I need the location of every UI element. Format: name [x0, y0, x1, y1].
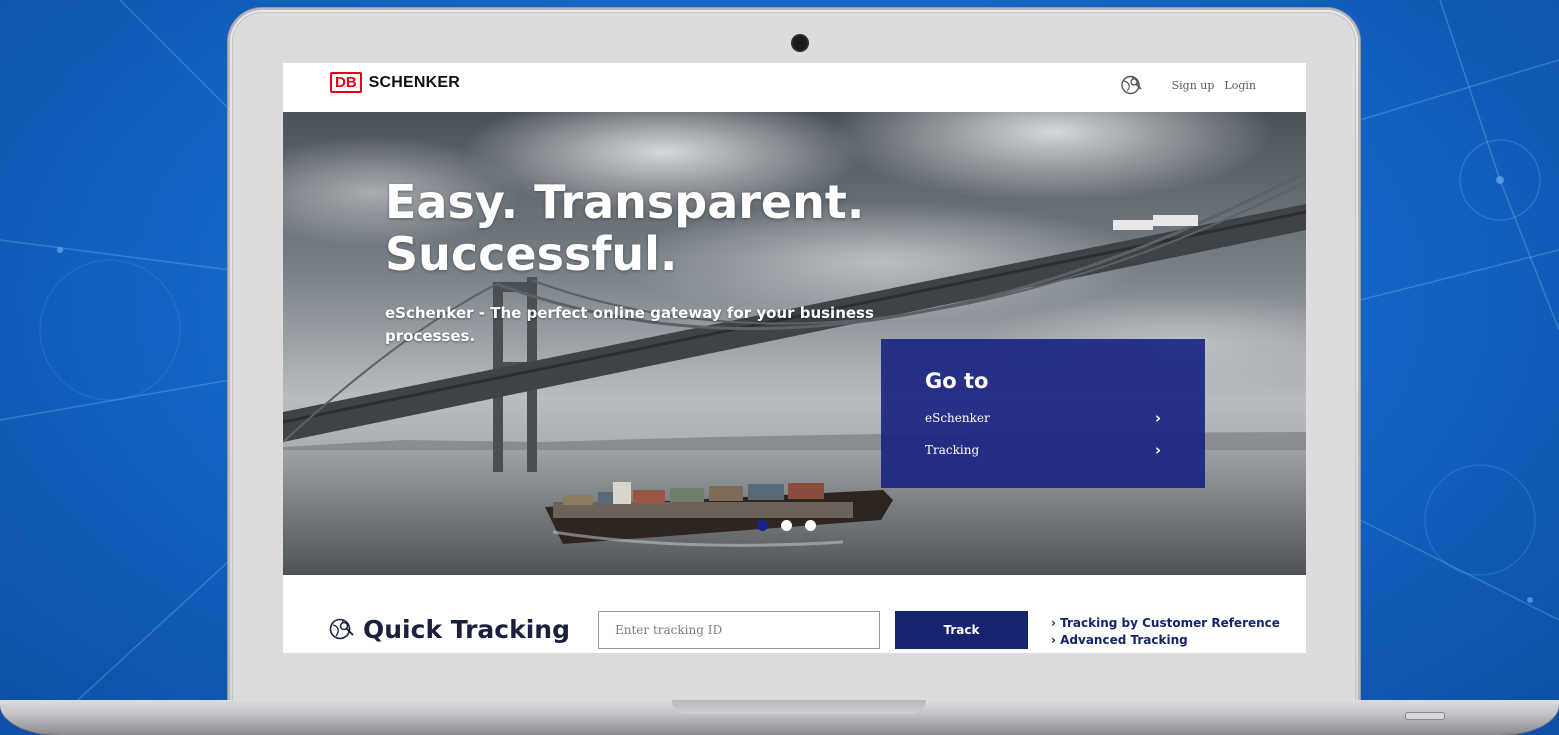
- hero-banner: Easy. Transparent. Successful. eSchenker…: [283, 112, 1306, 575]
- logo-text: SCHENKER: [368, 73, 461, 91]
- carousel-dots: [757, 520, 829, 531]
- carousel-dot-1[interactable]: [757, 520, 768, 531]
- signup-link[interactable]: Sign up: [1172, 79, 1215, 92]
- goto-item-eschenker[interactable]: eSchenker ›: [925, 408, 1161, 428]
- track-button[interactable]: Track: [895, 611, 1028, 649]
- site-header: DB SCHENKER Sign up Login: [283, 63, 1306, 112]
- hero-title-line1: Easy. Transparent.: [385, 175, 865, 229]
- logo-mark: DB: [330, 72, 362, 93]
- goto-item-label: eSchenker: [925, 411, 990, 425]
- db-schenker-logo[interactable]: DB SCHENKER: [330, 72, 460, 93]
- laptop-screen: DB SCHENKER Sign up Login Easy. Transpar…: [283, 63, 1306, 653]
- hero-subtitle: eSchenker - The perfect online gateway f…: [385, 304, 874, 345]
- carousel-dot-3[interactable]: [805, 520, 816, 531]
- hero-title-line2: Successful.: [385, 227, 678, 281]
- goto-title: Go to: [925, 369, 989, 393]
- goto-panel: Go to eSchenker › Tracking ›: [881, 339, 1205, 488]
- quick-tracking-title: Quick Tracking: [363, 615, 570, 644]
- globe-icon[interactable]: [1120, 73, 1144, 97]
- tracking-by-reference-link[interactable]: › Tracking by Customer Reference: [1051, 615, 1280, 632]
- laptop-port: [1405, 712, 1445, 720]
- tracking-id-input[interactable]: [598, 611, 880, 649]
- goto-item-label: Tracking: [925, 443, 980, 457]
- laptop-base: [0, 700, 1559, 735]
- advanced-tracking-link[interactable]: › Advanced Tracking: [1051, 632, 1280, 649]
- chevron-right-icon: ›: [1154, 409, 1161, 427]
- quick-tracking-section: Quick Tracking Track › Tracking by Custo…: [283, 575, 1306, 653]
- chevron-right-icon: ›: [1154, 441, 1161, 459]
- tracking-links: › Tracking by Customer Reference › Advan…: [1051, 615, 1280, 649]
- webcam: [793, 36, 807, 50]
- laptop-hinge-notch: [672, 700, 926, 714]
- globe-search-icon: [329, 618, 354, 640]
- goto-item-tracking[interactable]: Tracking ›: [925, 440, 1161, 460]
- header-actions: Sign up Login: [1120, 73, 1256, 97]
- carousel-dot-2[interactable]: [781, 520, 792, 531]
- hero-title: Easy. Transparent. Successful.: [385, 176, 864, 280]
- login-link[interactable]: Login: [1224, 79, 1256, 92]
